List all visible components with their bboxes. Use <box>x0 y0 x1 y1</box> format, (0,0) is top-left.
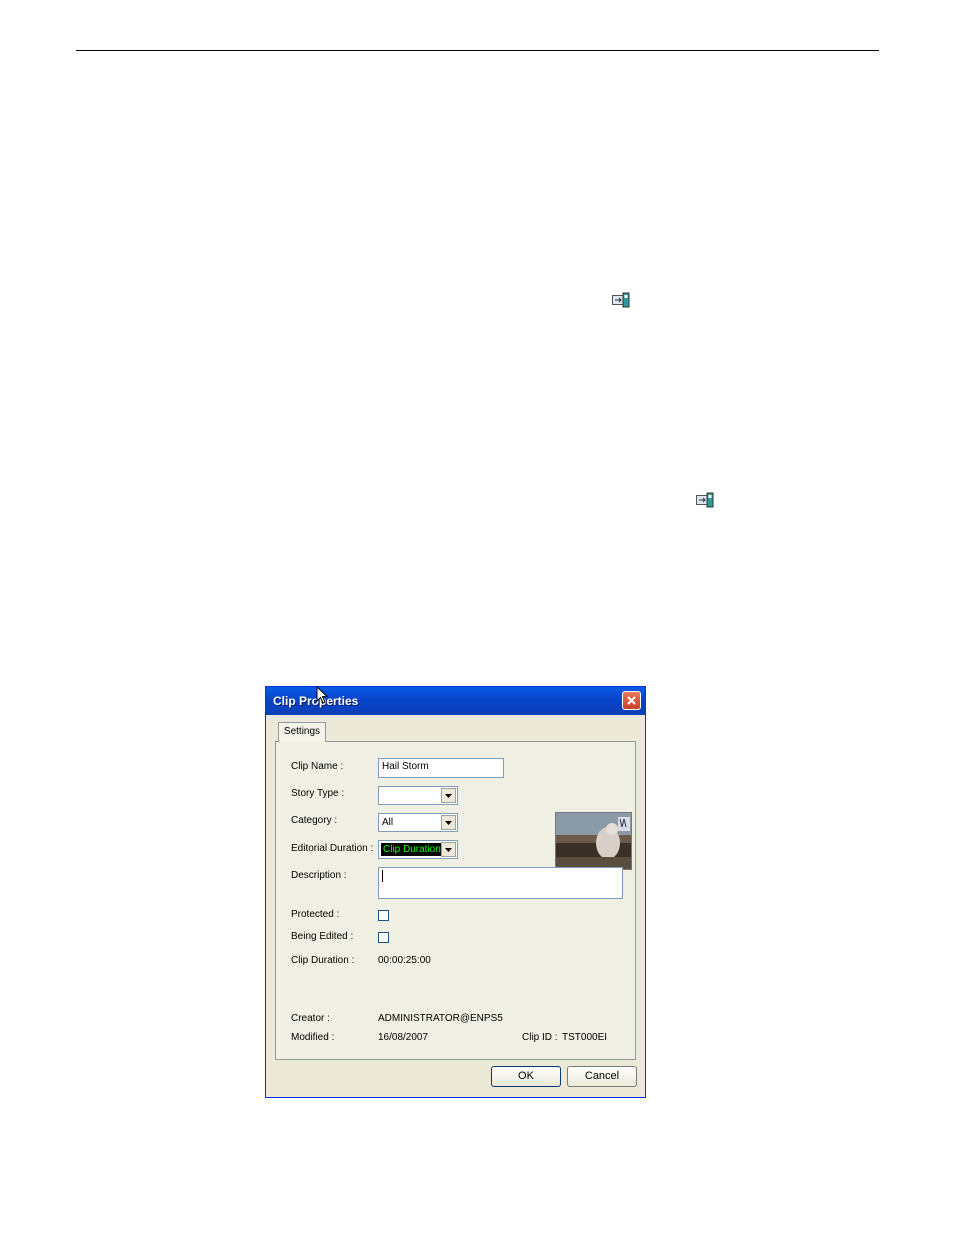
clip-duration-value: 00:00:25:00 <box>378 955 431 966</box>
clip-properties-icon <box>612 292 630 308</box>
editorial-duration-label: Editorial Duration : <box>291 843 374 854</box>
category-label: Category : <box>291 815 338 826</box>
ok-button[interactable]: OK <box>491 1066 561 1087</box>
tab-settings[interactable]: Settings <box>278 722 326 742</box>
protected-label: Protected : <box>291 909 340 920</box>
being-edited-checkbox[interactable] <box>378 932 389 943</box>
settings-panel: Clip Name : Hail Storm Story Type : Cate… <box>275 741 636 1060</box>
dropdown-arrow-icon[interactable] <box>441 842 456 857</box>
clip-id-value: TST000EI <box>562 1032 608 1043</box>
clip-name-input[interactable]: Hail Storm <box>378 758 504 778</box>
clip-thumbnail <box>555 812 632 870</box>
description-input[interactable] <box>378 867 623 899</box>
modified-value: 16/08/2007 <box>378 1032 429 1043</box>
protected-checkbox[interactable] <box>378 910 389 921</box>
dropdown-arrow-icon[interactable] <box>441 815 456 830</box>
editorial-duration-select[interactable]: Clip Duration <box>378 840 458 859</box>
clip-duration-label: Clip Duration : <box>291 955 355 966</box>
cancel-button[interactable]: Cancel <box>567 1066 637 1087</box>
clip-name-value: Hail Storm <box>382 761 429 772</box>
creator-label: Creator : <box>291 1013 330 1024</box>
close-icon <box>627 696 636 705</box>
description-label: Description : <box>291 870 347 881</box>
editorial-duration-value: Clip Duration <box>381 843 443 856</box>
story-type-select[interactable] <box>378 786 458 805</box>
close-button[interactable] <box>622 691 641 710</box>
category-value: All <box>382 817 394 828</box>
dropdown-arrow-icon[interactable] <box>441 788 456 803</box>
header-rule <box>76 50 879 51</box>
clip-id-label: Clip ID : <box>522 1032 558 1043</box>
clip-name-label: Clip Name : <box>291 761 344 772</box>
modified-label: Modified : <box>291 1032 335 1043</box>
story-type-label: Story Type : <box>291 788 345 799</box>
creator-value: ADMINISTRATOR@ENPS5 <box>378 1013 503 1024</box>
clip-properties-dialog: Clip Properties Settings Clip Name : Hai… <box>265 686 646 1098</box>
text-caret <box>382 870 383 882</box>
category-select[interactable]: All <box>378 813 458 832</box>
mouse-cursor-icon <box>316 686 328 704</box>
clip-properties-icon <box>696 492 714 508</box>
being-edited-label: Being Edited : <box>291 931 354 942</box>
